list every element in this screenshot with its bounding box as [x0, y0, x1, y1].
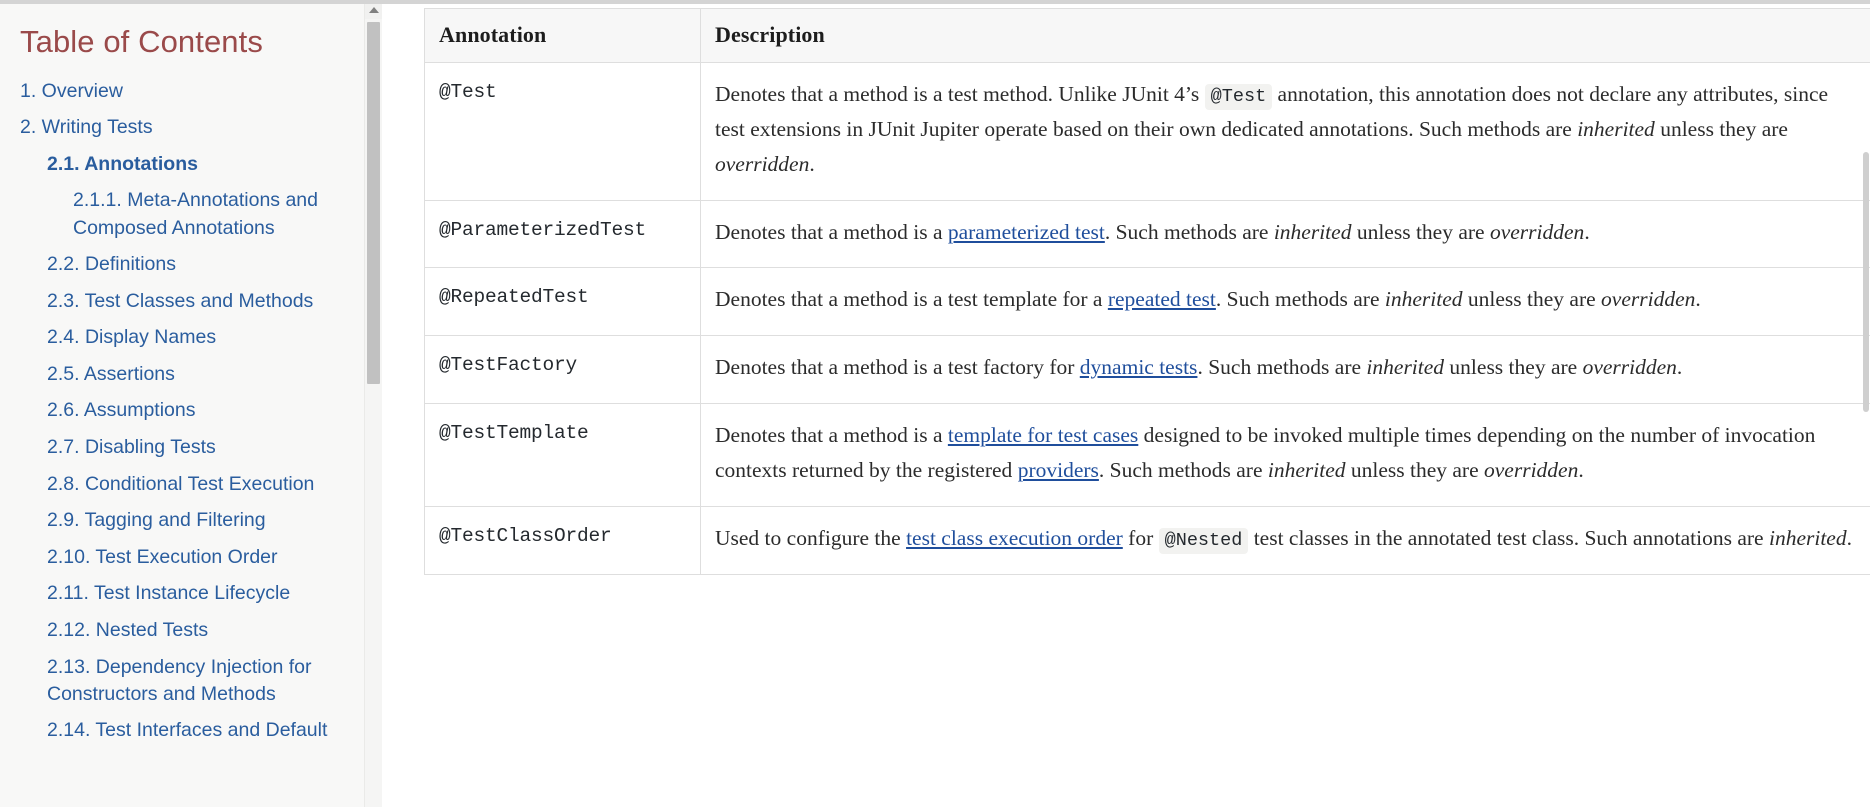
sidebar-item-0[interactable]: 1. Overview [20, 78, 368, 105]
sidebar-item-3[interactable]: 2.1.1. Meta-Annotations and Composed Ann… [73, 187, 368, 241]
annotation-description: Denotes that a method is a parameterized… [700, 199, 1870, 269]
sidebar-item-9[interactable]: 2.7. Disabling Tests [47, 434, 368, 461]
doc-link[interactable]: providers [1018, 458, 1099, 482]
annotation-description: Denotes that a method is a test factory … [700, 335, 1870, 405]
annotation-name: @Test [424, 62, 701, 201]
sidebar-item-16[interactable]: 2.14. Test Interfaces and Default [47, 717, 368, 744]
emphasis-text: overridden [1489, 219, 1585, 244]
sidebar-scrollbar-thumb[interactable] [367, 22, 380, 384]
annotation-name: @RepeatedTest [424, 267, 701, 337]
annotation-description: Used to configure the test class executi… [700, 505, 1870, 575]
emphasis-text: inherited [1366, 355, 1445, 380]
sidebar-item-4[interactable]: 2.2. Definitions [47, 251, 368, 278]
toc-inner: Table of Contents 1. Overview 2. Writing … [0, 0, 382, 744]
sidebar-item-6[interactable]: 2.4. Display Names [47, 324, 368, 351]
page-scrollbar-thumb[interactable] [1863, 152, 1869, 412]
sidebar-item-10[interactable]: 2.8. Conditional Test Execution [47, 471, 368, 498]
annotation-name: @TestFactory [424, 335, 701, 405]
emphasis-text: inherited [1768, 525, 1847, 550]
table-row: @ParameterizedTest Denotes that a method … [424, 199, 1870, 269]
doc-link[interactable]: repeated test [1108, 287, 1216, 311]
emphasis-text: inherited [1273, 219, 1352, 244]
annotation-description: Denotes that a method is a test template… [700, 267, 1870, 337]
documentation-page: Table of Contents 1. Overview 2. Writing … [0, 0, 1870, 807]
sidebar-item-2[interactable]: 2.1. Annotations [47, 151, 368, 178]
sidebar-item-1[interactable]: 2. Writing Tests [20, 114, 368, 141]
sidebar-item-13[interactable]: 2.11. Test Instance Lifecycle [47, 580, 368, 607]
table-row: @TestFactory Denotes that a method is a t… [424, 335, 1870, 405]
emphasis-text: overridden [1601, 287, 1696, 312]
emphasis-text: inherited [1577, 116, 1655, 141]
inline-code: @Test [1204, 84, 1273, 110]
toc-list: 1. Overview 2. Writing Tests 2.1. Annotati… [20, 78, 368, 745]
sidebar-item-11[interactable]: 2.9. Tagging and Filtering [47, 507, 368, 534]
toc-title: Table of Contents [20, 24, 263, 59]
column-header-annotation: Annotation [424, 8, 701, 63]
content-gutter [382, 0, 422, 807]
sidebar-item-5[interactable]: 2.3. Test Classes and Methods [47, 288, 368, 315]
table-of-contents-sidebar: Table of Contents 1. Overview 2. Writing … [0, 0, 382, 807]
sidebar-item-7[interactable]: 2.5. Assertions [47, 361, 368, 388]
emphasis-text: inherited [1267, 457, 1346, 482]
table-body: @Test Denotes that a method is a test met… [424, 62, 1870, 575]
sidebar-item-14[interactable]: 2.12. Nested Tests [47, 617, 368, 644]
emphasis-text: inherited [1384, 287, 1463, 312]
sidebar-item-12[interactable]: 2.10. Test Execution Order [47, 544, 368, 571]
doc-link[interactable]: template for test cases [948, 423, 1138, 447]
emphasis-text: overridden [1582, 355, 1677, 380]
annotation-name: @TestTemplate [424, 403, 701, 507]
table-header-row: Annotation Description [424, 8, 1870, 63]
doc-link[interactable]: test class execution order [906, 526, 1123, 550]
emphasis-text: overridden [715, 151, 810, 176]
doc-link[interactable]: parameterized test [948, 220, 1105, 244]
page-scrollbar[interactable] [1862, 0, 1870, 807]
table-row: @RepeatedTest Denotes that a method is a … [424, 267, 1870, 337]
column-header-description: Description [700, 8, 1870, 63]
emphasis-text: overridden [1484, 457, 1579, 482]
doc-link[interactable]: dynamic tests [1080, 355, 1198, 379]
main-content: Annotation Description @Test Denotes that… [422, 0, 1870, 807]
annotation-description: Denotes that a method is a template for … [700, 403, 1870, 507]
annotation-name: @ParameterizedTest [424, 199, 701, 269]
table-header: Annotation Description [424, 8, 1870, 63]
table-row: @TestTemplate Denotes that a method is a … [424, 403, 1870, 507]
sidebar-scrollbar[interactable] [364, 0, 382, 807]
sidebar-item-8[interactable]: 2.6. Assumptions [47, 397, 368, 424]
annotations-table: Annotation Description @Test Denotes that… [424, 8, 1870, 575]
annotation-name: @TestClassOrder [424, 505, 701, 575]
sidebar-item-15[interactable]: 2.13. Dependency Injection for Construct… [47, 654, 368, 708]
top-divider [0, 0, 1870, 4]
table-row: @Test Denotes that a method is a test met… [424, 62, 1870, 201]
table-row: @TestClassOrder Used to configure the tes… [424, 505, 1870, 575]
annotation-description: Denotes that a method is a test method. … [700, 62, 1870, 201]
inline-code: @Nested [1158, 527, 1249, 554]
